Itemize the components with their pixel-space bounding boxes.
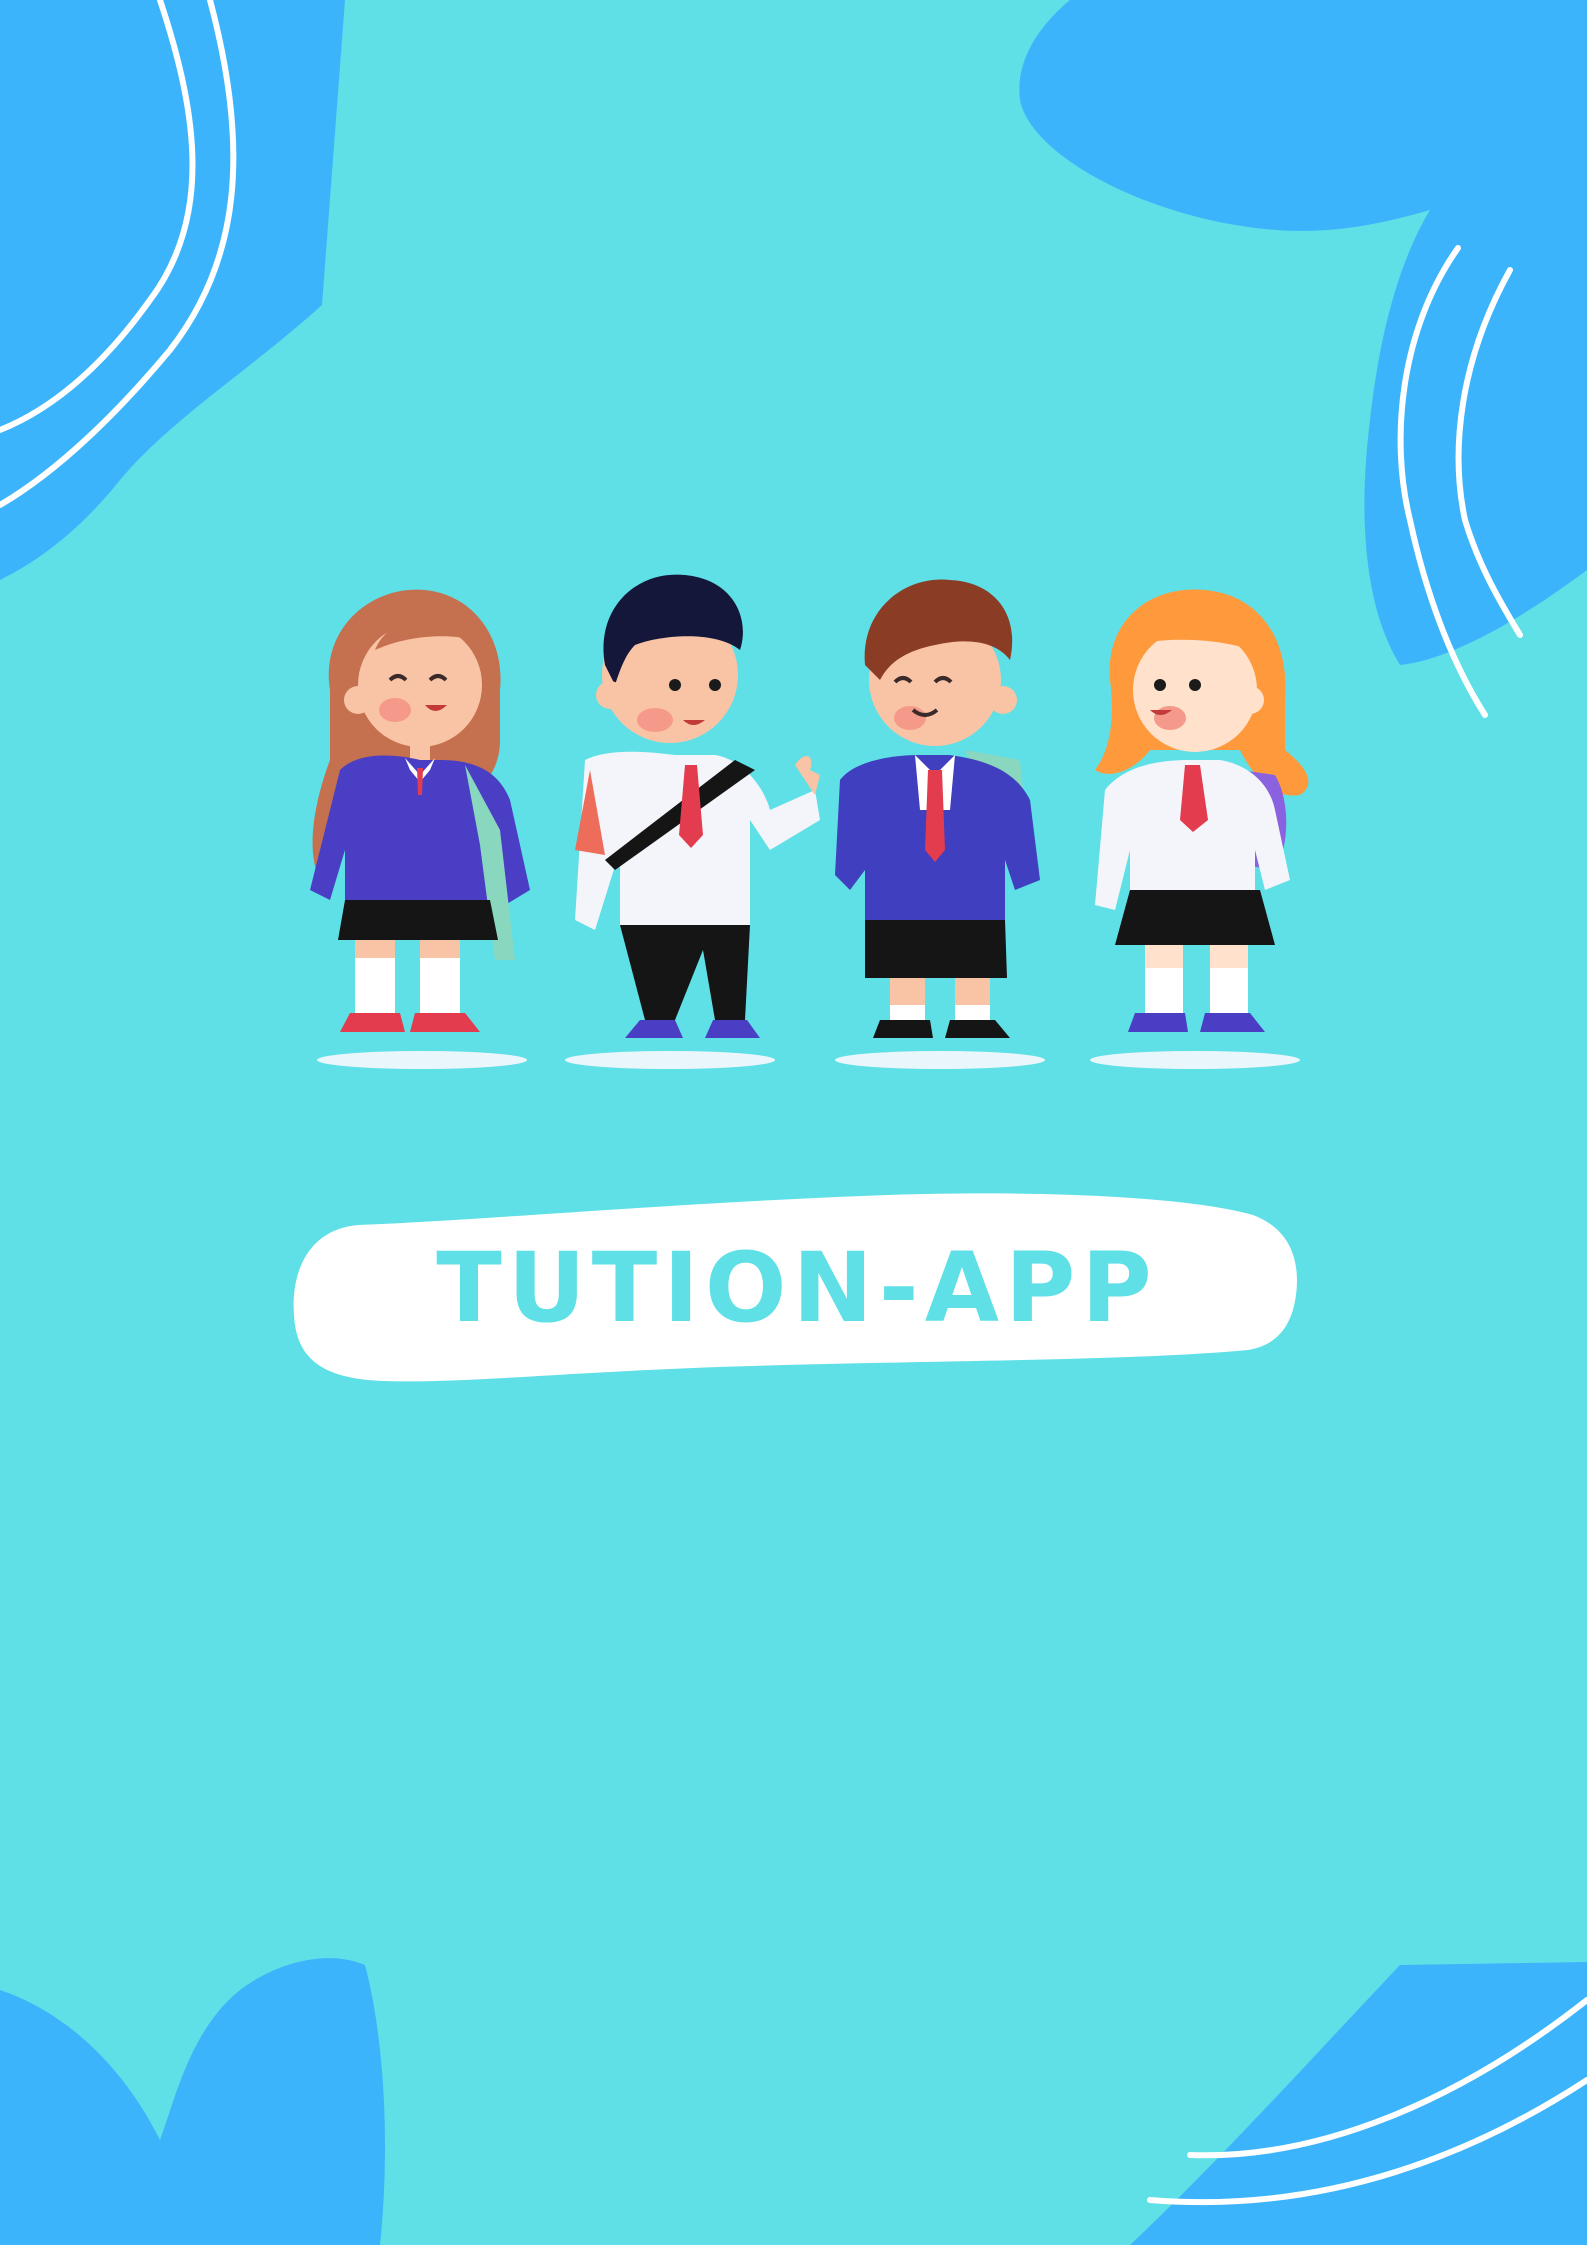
background-decorations [0,0,1587,2245]
blob-top-left [0,0,345,580]
blob-bottom-left [0,1958,385,2245]
cover-page: TUTION-APP [0,0,1587,2245]
boy-black-hair [565,574,820,1069]
boy-brown-hair [835,579,1045,1069]
title-banner: TUTION-APP [288,1185,1306,1391]
blob-top-right [1019,0,1587,665]
girl-orange-hair [1090,589,1309,1069]
app-title: TUTION-APP [436,1232,1158,1344]
girl-brown-hair [310,589,530,1069]
school-children-illustration [310,574,1309,1069]
